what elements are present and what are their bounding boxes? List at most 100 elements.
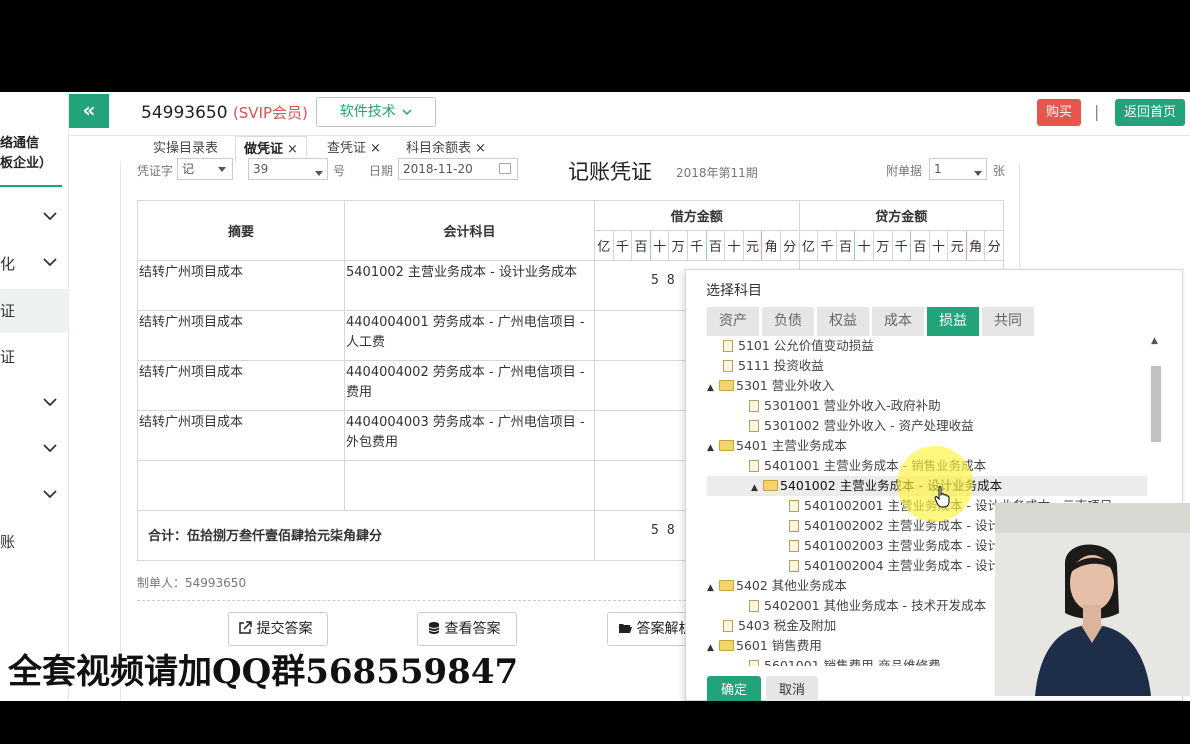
unit-header: 分 xyxy=(779,230,800,261)
document-icon xyxy=(789,500,799,512)
picker-tab[interactable]: 共同 xyxy=(982,307,1034,336)
membership-badge: (SVIP会员) xyxy=(232,104,308,122)
unit-header: 千 xyxy=(612,230,633,261)
home-button[interactable]: 返回首页 xyxy=(1115,99,1185,126)
tree-node-label: 5101 公允价值变动损益 xyxy=(738,338,874,353)
voucher-type-select[interactable]: 记 xyxy=(177,158,233,180)
voucher-type-value: 记 xyxy=(182,162,195,176)
view-answer-button[interactable]: 查看答案 xyxy=(417,612,517,646)
tree-leaf-node[interactable]: 5301002 营业外收入 - 资产处理收益 xyxy=(749,416,974,436)
scroll-thumb[interactable] xyxy=(1151,366,1161,442)
unit-header: 万 xyxy=(872,230,893,261)
collapse-sidebar-button[interactable]: « xyxy=(69,94,109,128)
date-input[interactable]: 2018-11-20 xyxy=(398,158,518,180)
document-icon xyxy=(723,360,733,372)
user-id: 54993650 xyxy=(141,103,228,123)
sidebar-item[interactable] xyxy=(0,382,69,426)
account-cell[interactable]: 4404004002 劳务成本 - 广州电信项目 - 费用 xyxy=(344,360,595,411)
picker-title: 选择科目 xyxy=(706,283,762,299)
unit-header: 百 xyxy=(705,230,726,261)
column-header-summary: 摘要 xyxy=(137,200,345,261)
chevron-down-icon xyxy=(43,398,57,407)
summary-cell[interactable] xyxy=(137,460,345,511)
tree-folder-node[interactable]: ▲ 5301 营业外收入 xyxy=(707,376,834,396)
account-cell[interactable]: 5401002 主营业务成本 - 设计业务成本 xyxy=(344,260,595,311)
voucher-number-input[interactable]: 39 xyxy=(248,158,328,180)
voucher-maker: 制单人：54993650 xyxy=(137,576,247,590)
sidebar-item[interactable]: 账 xyxy=(0,520,69,564)
tab-query-voucher[interactable]: 查凭证 × xyxy=(327,136,381,162)
summary-cell[interactable]: 结转广州项目成本 xyxy=(137,310,345,361)
picker-tab[interactable]: 成本 xyxy=(872,307,924,336)
calendar-icon[interactable] xyxy=(499,163,511,174)
sidebar-item[interactable]: 化 xyxy=(0,242,69,286)
column-header-debit: 借方金额 xyxy=(594,200,800,231)
tree-leaf-node[interactable]: 5402001 其他业务成本 - 技术开发成本 xyxy=(749,596,986,616)
account-cell[interactable] xyxy=(344,460,595,511)
unit-header: 十 xyxy=(854,230,874,261)
table-header-row: 摘要 会计科目 借方金额 贷方金额 xyxy=(137,200,1005,261)
picker-tab[interactable]: 权益 xyxy=(817,307,869,336)
expand-toggle-icon[interactable]: ▲ xyxy=(707,578,719,598)
chevron-down-icon xyxy=(43,444,57,453)
webcam-overlay xyxy=(995,503,1190,696)
tree-leaf-node[interactable]: 5403 税金及附加 xyxy=(723,616,836,636)
tree-leaf-node[interactable]: 5101 公允价值变动损益 xyxy=(723,336,874,356)
total-label: 合计：伍拾捌万叁仟壹佰肆拾元柒角肆分 xyxy=(137,510,595,561)
close-icon[interactable]: × xyxy=(370,141,381,156)
user-info: 54993650 (SVIP会员) xyxy=(141,102,308,123)
software-dropdown[interactable]: 软件技术 xyxy=(316,97,436,127)
attachment-count-input[interactable]: 1 xyxy=(929,158,987,180)
folder-icon xyxy=(719,440,734,451)
sidebar-item[interactable] xyxy=(0,196,69,240)
account-cell[interactable]: 4404004001 劳务成本 - 广州电信项目 - 人工费 xyxy=(344,310,595,361)
tree-leaf-node[interactable]: 5111 投资收益 xyxy=(723,356,824,376)
tree-node-label: 5301001 营业外收入-政府补助 xyxy=(764,398,941,413)
expand-toggle-icon[interactable]: ▲ xyxy=(707,438,719,458)
submit-answer-button[interactable]: 提交答案 xyxy=(228,612,328,646)
tree-folder-node[interactable]: ▲ 5401 主营业务成本 xyxy=(707,436,847,456)
folder-icon xyxy=(719,380,734,391)
close-icon[interactable]: × xyxy=(287,142,298,157)
picker-tab[interactable]: 负债 xyxy=(762,307,814,336)
document-icon xyxy=(789,560,799,572)
tree-folder-node[interactable]: ▲ 5601 销售费用 xyxy=(707,636,822,656)
expand-toggle-icon[interactable]: ▲ xyxy=(707,378,719,398)
unit-header: 角 xyxy=(965,230,986,261)
picker-tab[interactable]: 资产 xyxy=(707,307,759,336)
confirm-button[interactable]: 确定 xyxy=(707,676,761,701)
buy-button[interactable]: 购买 xyxy=(1037,99,1081,126)
unit-header: 十 xyxy=(649,230,670,261)
cancel-button[interactable]: 取消 xyxy=(766,676,818,701)
tree-leaf-node[interactable]: 5301001 营业外收入-政府补助 xyxy=(749,396,941,416)
tab-label: 查凭证 xyxy=(327,141,367,156)
account-cell[interactable]: 4404004003 劳务成本 - 广州电信项目 - 外包费用 xyxy=(344,410,595,461)
tree-folder-node[interactable]: ▲ 5402 其他业务成本 xyxy=(707,576,847,596)
summary-cell[interactable]: 结转广州项目成本 xyxy=(137,360,345,411)
sidebar-item[interactable] xyxy=(0,428,69,472)
unit-header: 十 xyxy=(928,230,949,261)
picker-tab[interactable]: 损益 xyxy=(927,307,979,336)
sidebar: 络通信 板企业） 化证证账 xyxy=(0,92,69,701)
sidebar-item[interactable]: 证 xyxy=(0,289,69,333)
unit-header: 分 xyxy=(984,230,1005,261)
summary-cell[interactable]: 结转广州项目成本 xyxy=(137,410,345,461)
sidebar-item[interactable] xyxy=(0,474,69,518)
unit-header: 亿 xyxy=(798,230,819,261)
tree-leaf-node[interactable]: 5601001 销售费用-商品维修费 xyxy=(749,656,941,666)
expand-toggle-icon[interactable]: ▲ xyxy=(707,638,719,658)
attachment-label: 附单据 xyxy=(886,164,923,178)
expand-toggle-icon[interactable]: ▲ xyxy=(751,478,763,498)
scroll-up-icon[interactable]: ▲ xyxy=(1151,336,1158,346)
unit-header: 万 xyxy=(668,230,688,261)
column-header-account: 会计科目 xyxy=(344,200,595,261)
unit-header: 亿 xyxy=(594,230,614,261)
chevron-down-icon xyxy=(43,212,57,221)
app-screen: 络通信 板企业） 化证证账 « 54993650 (SVIP会员) 软件技术 购… xyxy=(0,92,1190,701)
close-icon[interactable]: × xyxy=(475,141,486,156)
sidebar-item[interactable]: 证 xyxy=(0,335,69,379)
external-link-icon xyxy=(239,621,252,634)
unit-header: 千 xyxy=(817,230,837,261)
summary-cell[interactable]: 结转广州项目成本 xyxy=(137,260,345,311)
tab-label: 科目余额表 xyxy=(406,141,472,156)
